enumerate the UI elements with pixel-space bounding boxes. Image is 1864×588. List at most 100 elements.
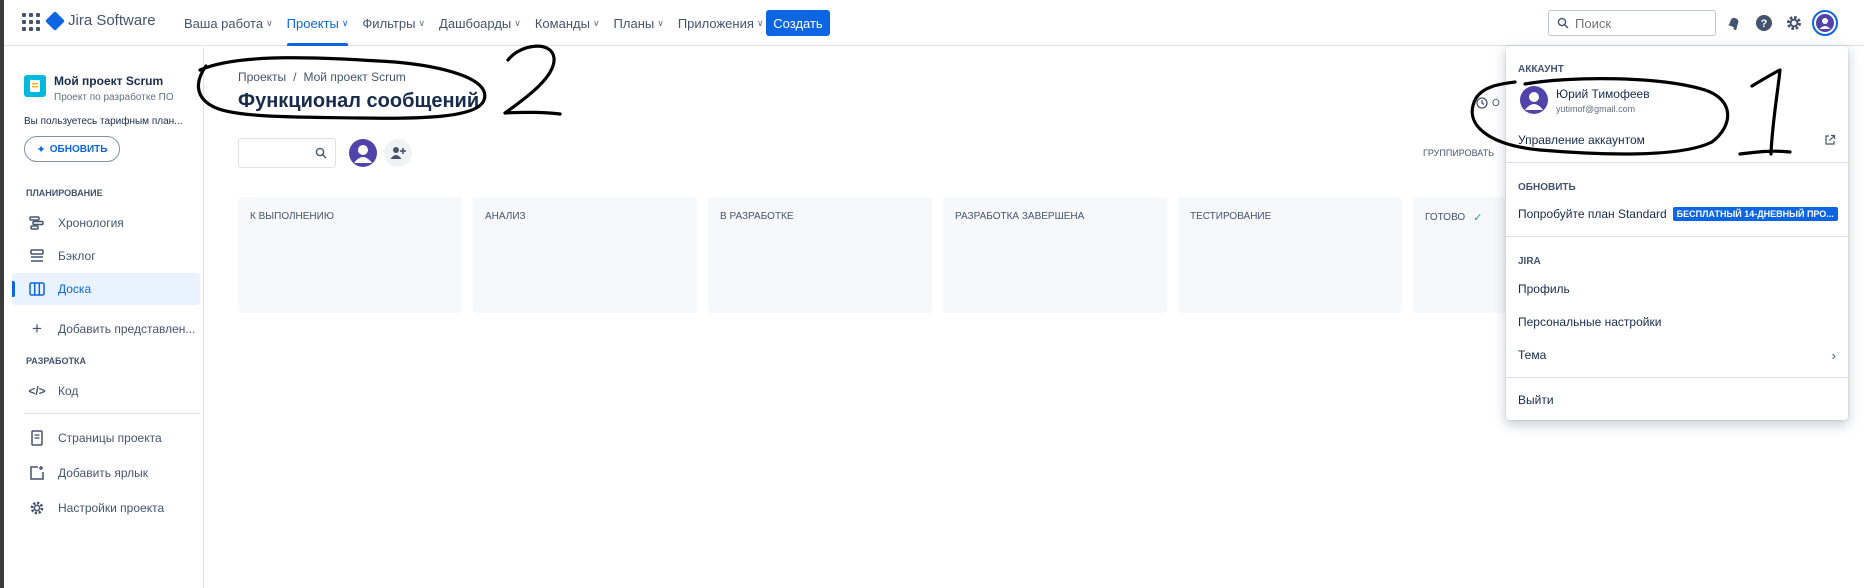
- sidebar-item-add-shortcut[interactable]: Добавить ярлык: [12, 457, 200, 489]
- nav-teams[interactable]: Команды ∨: [535, 0, 600, 46]
- create-button[interactable]: Создать: [766, 10, 830, 36]
- board-column[interactable]: ТЕСТИРОВАНИЕ: [1178, 197, 1402, 313]
- nav-label: Приложения: [677, 15, 754, 31]
- code-icon: </>: [28, 384, 46, 398]
- sidebar-item-add-view[interactable]: + Добавить представлен...: [12, 313, 200, 345]
- planning-heading: ПЛАНИРОВАНИЕ: [26, 188, 103, 198]
- top-navigation: Jira Software Ваша работа ∨ Проекты ∨ Филь…: [4, 0, 1864, 46]
- chevron-down-icon: ∨: [657, 17, 664, 28]
- column-title: РАЗРАБОТКА ЗАВЕРШЕНА: [955, 211, 1085, 222]
- user-avatar-icon: [1816, 14, 1834, 32]
- sidebar-item-backlog[interactable]: Бэклог: [12, 240, 200, 272]
- assignee-avatar[interactable]: [349, 139, 377, 167]
- nav-plans[interactable]: Планы ∨: [614, 0, 664, 46]
- add-people-button[interactable]: [384, 139, 412, 167]
- add-shortcut-icon: [28, 464, 46, 482]
- user-email: yutimof@gmail.com: [1556, 104, 1636, 114]
- personal-settings-item[interactable]: Персональные настройки: [1506, 307, 1848, 337]
- sparkle-icon: ✦: [36, 143, 46, 156]
- external-link-icon: [1824, 134, 1836, 146]
- column-title: К ВЫПОЛНЕНИЮ: [250, 211, 334, 222]
- logout-item[interactable]: Выйти: [1506, 385, 1848, 415]
- group-by-label[interactable]: ГРУППИРОВАТЬ: [1423, 148, 1494, 158]
- chevron-down-icon: ∨: [341, 17, 349, 28]
- board-column[interactable]: АНАЛИЗ: [473, 197, 697, 313]
- chevron-right-icon: ›: [1831, 347, 1836, 363]
- column-title: ТЕСТИРОВАНИЕ: [1190, 211, 1272, 222]
- column-title: АНАЛИЗ: [485, 211, 526, 222]
- menu-item-label: Попробуйте план Standard: [1518, 207, 1667, 221]
- sidebar-item-project-settings[interactable]: Настройки проекта: [12, 492, 200, 524]
- nav-dashboards[interactable]: Дашбоарды ∨: [439, 0, 521, 46]
- sidebar-item-label: Доска: [58, 282, 92, 296]
- account-heading: АККАУНТ: [1518, 64, 1564, 75]
- board-column[interactable]: РАЗРАБОТКА ЗАВЕРШЕНА: [943, 197, 1167, 313]
- sidebar-divider: [24, 413, 200, 414]
- sidebar-item-board[interactable]: Доска: [12, 273, 200, 305]
- project-avatar-icon: [24, 75, 46, 97]
- upgrade-heading: ОБНОВИТЬ: [1518, 182, 1576, 193]
- breadcrumb-project[interactable]: Мой проект Scrum: [304, 70, 406, 84]
- plus-icon: +: [32, 319, 42, 338]
- nav-label: Фильтры: [362, 15, 416, 31]
- chevron-down-icon: ∨: [418, 17, 426, 28]
- notifications-icon[interactable]: [1722, 11, 1746, 35]
- try-standard-item[interactable]: Попробуйте план Standard БЕСПЛАТНЫЙ 14-Д…: [1506, 199, 1848, 229]
- sidebar-item-code[interactable]: </> Код: [12, 375, 200, 407]
- development-heading: РАЗРАБОТКА: [26, 356, 87, 366]
- sidebar-item-timeline[interactable]: Хронология: [12, 207, 200, 239]
- search-icon: [315, 147, 327, 159]
- nav-label: Проекты: [286, 15, 339, 31]
- timeline-icon: [28, 214, 46, 232]
- manage-account-item[interactable]: Управление аккаунтом: [1506, 125, 1848, 155]
- menu-item-label: Профиль: [1518, 282, 1570, 296]
- project-type: Проект по разработке ПО: [54, 92, 174, 103]
- sidebar-item-label: Добавить ярлык: [58, 466, 149, 480]
- menu-divider: [1506, 162, 1848, 163]
- board-search-input[interactable]: [238, 138, 336, 168]
- app-switcher-icon[interactable]: [22, 13, 40, 31]
- user-name: Юрий Тимофеев: [1556, 87, 1650, 101]
- nav-your-work[interactable]: Ваша работа ∨: [184, 0, 273, 46]
- jira-logo[interactable]: Jira Software: [45, 10, 156, 31]
- menu-item-label: Тема: [1518, 348, 1547, 362]
- profile-avatar[interactable]: [1812, 10, 1838, 36]
- settings-gear-icon[interactable]: [1782, 11, 1806, 35]
- menu-divider: [1506, 377, 1848, 378]
- nav-filters[interactable]: Фильтры ∨: [362, 0, 425, 46]
- checkmark-icon: ✓: [1473, 212, 1483, 224]
- sidebar-item-project-pages[interactable]: Страницы проекта: [12, 422, 200, 454]
- board-column[interactable]: ГОТОВО ✓: [1413, 197, 1508, 313]
- board-icon: [28, 280, 46, 298]
- annotation-digit-2: [503, 44, 562, 116]
- search-input[interactable]: [1575, 15, 1705, 31]
- project-name[interactable]: Мой проект Scrum: [54, 74, 163, 88]
- user-avatar-icon: [354, 145, 372, 163]
- search-icon: [1557, 17, 1569, 29]
- theme-item[interactable]: Тема ›: [1506, 340, 1848, 370]
- nav-apps[interactable]: Приложения ∨: [678, 0, 764, 46]
- sprint-timer[interactable]: О: [1476, 97, 1500, 109]
- add-user-icon: [390, 147, 406, 159]
- chevron-down-icon: ∨: [592, 17, 600, 28]
- backlog-icon: [28, 247, 46, 265]
- nav-label: Планы: [613, 15, 655, 31]
- account-menu: АККАУНТ Юрий Тимофеев yutimof@gmail.com …: [1506, 46, 1848, 420]
- profile-item[interactable]: Профиль: [1506, 274, 1848, 304]
- help-icon[interactable]: ?: [1752, 11, 1776, 35]
- sprint-timer-label: О: [1492, 97, 1500, 109]
- sidebar-item-label: Страницы проекта: [58, 431, 162, 445]
- sidebar-item-label: Добавить представлен...: [58, 322, 196, 336]
- menu-divider: [1506, 236, 1848, 237]
- clock-icon: [1476, 97, 1488, 109]
- nav-projects[interactable]: Проекты ∨: [286, 0, 349, 46]
- upgrade-button[interactable]: ✦ ОБНОВИТЬ: [24, 136, 120, 162]
- board-column[interactable]: К ВЫПОЛНЕНИЮ: [238, 197, 462, 313]
- chevron-down-icon: ∨: [514, 17, 521, 28]
- sidebar-item-label: Код: [58, 384, 79, 398]
- board-column[interactable]: В РАЗРАБОТКЕ: [708, 197, 932, 313]
- plan-note: Вы пользуетесь тарифным план...: [24, 116, 183, 127]
- global-search[interactable]: [1548, 10, 1716, 36]
- breadcrumb-projects[interactable]: Проекты: [238, 70, 286, 84]
- chevron-down-icon: ∨: [266, 17, 273, 28]
